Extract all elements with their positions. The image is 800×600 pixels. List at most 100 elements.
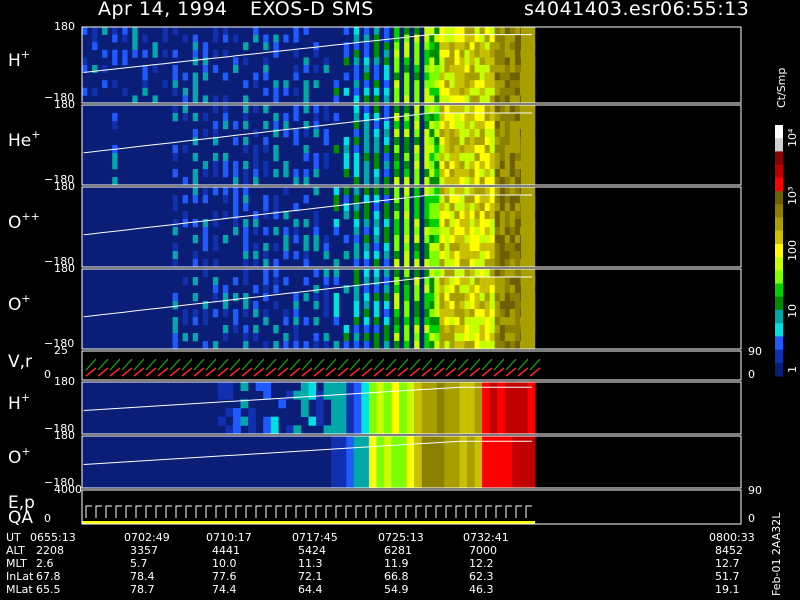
spectrogram-cell <box>414 325 420 334</box>
spectrogram-cell <box>404 195 410 204</box>
spectrogram-cell <box>353 87 360 96</box>
spectrogram-cell <box>434 309 440 318</box>
spectrogram-cell <box>414 317 420 326</box>
spectrogram-cell <box>273 285 279 294</box>
spectrogram-cell <box>484 42 490 51</box>
spectrogram-cell <box>429 317 435 326</box>
spectrogram-cell <box>363 105 370 114</box>
spectrogram-cell <box>434 169 440 178</box>
spectrogram-cell <box>373 325 380 334</box>
spectrogram-cell <box>514 177 521 186</box>
spectrogram-cell <box>459 95 465 104</box>
spectrogram-cell <box>469 269 475 278</box>
spectrogram-cell <box>172 317 178 326</box>
spectrogram-cell <box>404 57 410 66</box>
spectrogram-cell <box>499 277 506 286</box>
footer-cell: 4441 <box>212 544 240 557</box>
spectrogram-cell <box>439 187 445 196</box>
spectrogram-cell <box>489 390 498 400</box>
spectrogram-cell <box>414 243 420 252</box>
spectrogram-cell <box>469 153 475 162</box>
spectrogram-cell <box>489 259 495 268</box>
spectrogram-cell <box>459 145 465 154</box>
colorbar-swatch <box>775 296 783 311</box>
spectrogram-cell <box>424 42 430 51</box>
spectrogram-cell <box>313 80 319 89</box>
spectrogram-cell <box>373 259 380 268</box>
spectrogram-cell <box>313 153 319 162</box>
spectrogram-cell <box>376 425 385 435</box>
spectrogram-cell <box>303 235 309 244</box>
spectrogram-cell <box>429 227 435 236</box>
spectrogram-cell <box>464 72 470 81</box>
spectrogram-cell <box>353 243 360 252</box>
footer-cell: 65.5 <box>36 583 61 596</box>
spectrogram-cell <box>499 341 506 350</box>
spectrogram-cell <box>394 80 400 89</box>
spectrogram-cell <box>394 341 400 350</box>
spectrogram-cell <box>519 453 528 463</box>
spectrogram-cell <box>384 333 390 342</box>
spectrogram-cell <box>424 57 430 66</box>
spectrogram-cell <box>449 137 455 146</box>
spectrogram-cell <box>429 333 435 342</box>
spectrogram-cell <box>404 137 410 146</box>
spectrogram-cell <box>484 325 490 334</box>
spectrogram-cell <box>202 269 209 278</box>
spectrogram-cell <box>489 203 495 212</box>
spectrogram-cell <box>469 251 475 260</box>
spectrogram-cell <box>384 251 390 260</box>
spectrogram-cell <box>353 269 360 278</box>
spectrogram-cell <box>363 269 370 278</box>
spectrogram-cell <box>439 277 445 286</box>
spectrogram-cell <box>429 137 435 146</box>
spectrogram-cell <box>449 341 455 350</box>
spectrogram-cell <box>459 277 465 286</box>
spectrogram-cell <box>474 187 480 196</box>
spectrogram-cell <box>459 317 465 326</box>
spectrogram-cell <box>494 113 500 122</box>
spectrogram-cell <box>434 87 440 96</box>
spectrogram-cell <box>202 65 209 73</box>
spectrogram-cell <box>406 462 415 471</box>
spectrogram-cell <box>509 259 516 268</box>
spectrogram-cell <box>384 121 390 130</box>
spectrogram-cell <box>414 177 420 186</box>
spectrogram-cell <box>504 470 513 480</box>
spectrogram-cell <box>499 87 506 96</box>
spectrogram-cell <box>499 227 506 236</box>
spectrogram-cell <box>444 436 453 445</box>
spectrogram-cell <box>233 121 239 130</box>
spectrogram-cell <box>499 325 506 334</box>
spectrogram-cell <box>469 285 475 294</box>
spectrogram-cell <box>504 42 511 51</box>
spectrogram-cell <box>394 259 400 268</box>
spectrogram-cell <box>384 137 390 146</box>
spectrogram-cell <box>509 195 516 204</box>
spectrogram-cell <box>243 177 249 186</box>
spectrogram-cell <box>489 399 498 409</box>
spectrogram-cell <box>192 80 198 89</box>
spectrogram-cell <box>333 317 339 326</box>
spectrogram-cell <box>504 153 511 162</box>
spectrogram-cell <box>499 65 506 73</box>
spectrogram-cell <box>391 453 400 463</box>
spectrogram-cell <box>489 382 498 391</box>
spectrogram-cell <box>222 27 229 35</box>
spectrogram-cell <box>499 80 506 89</box>
spectrogram-cell <box>479 27 485 35</box>
spectrogram-cell <box>451 462 460 471</box>
spectrogram-cell <box>343 333 349 342</box>
spectrogram-cell <box>489 425 498 435</box>
spectrogram-cell <box>414 49 420 58</box>
spectrogram-cell <box>384 301 390 310</box>
spectrogram-cell <box>404 203 410 212</box>
spectrogram-cell <box>429 219 435 228</box>
spectrogram-cell <box>414 145 420 154</box>
spectrogram-cell <box>509 65 516 73</box>
spectrogram-cell <box>316 408 324 417</box>
spectrogram-cell <box>102 49 108 58</box>
spectrogram-cell <box>474 27 480 35</box>
spectrogram-cell <box>454 161 460 170</box>
spectrogram-cell <box>494 293 500 302</box>
